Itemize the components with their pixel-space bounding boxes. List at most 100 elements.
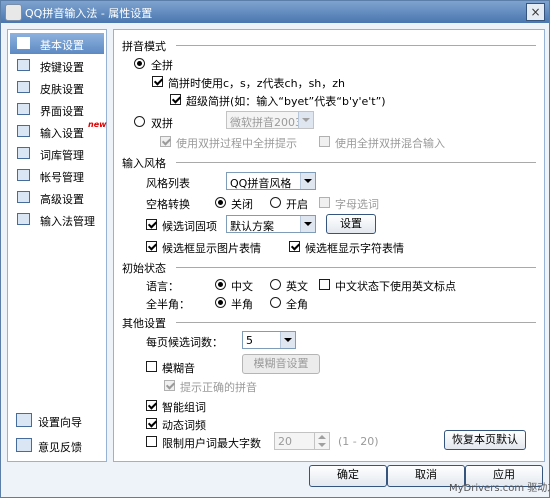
shorthand-label: 简拼时使用c，s，z代表ch，sh，zh — [168, 77, 346, 90]
chevron-down-icon — [298, 112, 313, 128]
sidebar-item-advanced[interactable]: 高级设置 — [10, 187, 104, 208]
sidebar-item-basic[interactable]: 基本设置 — [10, 33, 104, 54]
sidebar-item-skin[interactable]: 皮肤设置 — [10, 77, 104, 98]
double-hint-checkbox[interactable] — [160, 136, 171, 147]
per-page-select[interactable]: 5 — [242, 331, 296, 349]
super-shorthand-checkbox[interactable] — [170, 94, 181, 105]
title-bar[interactable]: QQ拼音输入法 - 属性设置 × — [1, 1, 549, 23]
space-convert-label: 空格转换 — [146, 198, 190, 211]
limit-word-length-label: 限制用户词最大字数 — [162, 437, 261, 450]
half-width-label: 半角 — [231, 298, 253, 311]
section-initial-state: 初始状态 — [122, 262, 166, 275]
watermark: MyDrivers.com 驱动之家 — [449, 483, 550, 494]
language-label: 语言： — [146, 280, 179, 293]
correct-hint-label: 提示正确的拼音 — [180, 381, 257, 394]
show-image-emoji-checkbox[interactable] — [146, 241, 157, 252]
ok-button[interactable]: 确定 — [309, 465, 387, 487]
chinese-label: 中文 — [231, 280, 253, 293]
per-page-label: 每页候选词数： — [146, 336, 223, 349]
space-on-radio[interactable] — [270, 197, 281, 208]
fuzzy-checkbox[interactable] — [146, 361, 157, 372]
smart-compose-label: 智能组词 — [162, 401, 206, 414]
feedback-icon — [16, 438, 32, 452]
ime-manage-icon — [17, 213, 30, 225]
smart-compose-checkbox[interactable] — [146, 400, 157, 411]
wizard-icon — [16, 413, 32, 427]
double-hint-label: 使用双拼过程中全拼提示 — [176, 137, 297, 150]
divider — [176, 45, 536, 46]
english-radio[interactable] — [270, 279, 281, 290]
english-punct-label: 中文状态下使用英文标点 — [335, 280, 456, 293]
limit-range-label: (1 - 20) — [338, 435, 379, 448]
chevron-down-icon — [300, 173, 315, 189]
space-off-label: 关闭 — [231, 198, 253, 211]
sidebar-item-keys[interactable]: 按键设置 — [10, 55, 104, 76]
restore-defaults-button[interactable]: 恢复本页默认 — [444, 430, 526, 450]
english-punct-checkbox[interactable] — [319, 279, 330, 290]
account-icon — [17, 169, 30, 181]
divider — [176, 162, 536, 163]
show-char-emoji-label: 候选框显示字符表情 — [305, 242, 404, 255]
fixed-candidate-label: 候选词固项 — [162, 220, 217, 233]
space-on-label: 开启 — [286, 198, 308, 211]
dynamic-frequency-label: 动态词频 — [162, 419, 206, 432]
limit-value-stepper[interactable]: 20 — [274, 432, 330, 450]
sidebar-item-dictionary[interactable]: 词库管理 — [10, 143, 104, 164]
dictionary-icon — [17, 147, 30, 159]
close-button[interactable]: × — [526, 3, 545, 21]
fuzzy-settings-button[interactable]: 模糊音设置 — [242, 354, 320, 374]
letter-select-label: 字母选词 — [335, 198, 379, 211]
sidebar-item-account[interactable]: 帐号管理 — [10, 165, 104, 186]
sidebar-item-interface[interactable]: 界面设置 — [10, 99, 104, 120]
mixed-input-label: 使用全拼双拼混合输入 — [335, 137, 445, 150]
style-list-label: 风格列表 — [146, 177, 190, 190]
sidebar: 基本设置 按键设置 皮肤设置 界面设置 输入设置 new 词库管理 帐号管理 高级… — [7, 29, 107, 462]
skin-icon — [17, 81, 30, 93]
setup-button[interactable]: 设置 — [326, 214, 376, 234]
interface-icon — [17, 103, 30, 115]
width-mode-label: 全半角： — [146, 298, 190, 311]
chinese-radio[interactable] — [215, 279, 226, 290]
wrench-icon — [17, 37, 30, 49]
limit-word-length-checkbox[interactable] — [146, 436, 157, 447]
sidebar-item-input[interactable]: 输入设置 new — [10, 120, 107, 142]
super-shorthand-label: 超级简拼(如：输入“byet”代表“b'y'e't”) — [186, 95, 386, 108]
new-badge: new — [88, 120, 107, 129]
input-icon — [17, 125, 30, 137]
keyboard-icon — [17, 59, 30, 71]
mixed-input-checkbox[interactable] — [319, 136, 330, 147]
chevron-down-icon — [280, 332, 295, 348]
dynamic-frequency-checkbox[interactable] — [146, 418, 157, 429]
fixed-scheme-select[interactable]: 默认方案 — [226, 215, 316, 233]
app-icon — [5, 4, 22, 21]
settings-window: QQ拼音输入法 - 属性设置 × 基本设置 按键设置 皮肤设置 界面设置 输入设… — [0, 0, 550, 498]
full-width-radio[interactable] — [270, 297, 281, 308]
fuzzy-label: 模糊音 — [162, 362, 195, 375]
advanced-icon — [17, 191, 30, 203]
window-title: QQ拼音输入法 - 属性设置 — [25, 7, 153, 20]
half-width-radio[interactable] — [215, 297, 226, 308]
double-scheme-select[interactable]: 微软拼音2003 — [226, 111, 314, 129]
stepper-arrows-icon — [314, 433, 329, 449]
sidebar-item-ime-manage[interactable]: 输入法管理 — [10, 209, 104, 230]
shorthand-checkbox[interactable] — [152, 76, 163, 87]
show-char-emoji-checkbox[interactable] — [289, 241, 300, 252]
settings-panel: 拼音模式 全拼 简拼时使用c，s，z代表ch，sh，zh 超级简拼(如：输入“b… — [113, 29, 545, 462]
english-label: 英文 — [286, 280, 308, 293]
divider — [176, 322, 536, 323]
chevron-down-icon — [300, 216, 315, 232]
letter-select-checkbox[interactable] — [319, 197, 330, 208]
section-input-style: 输入风格 — [122, 157, 166, 170]
full-pinyin-label: 全拼 — [151, 59, 173, 72]
space-off-radio[interactable] — [215, 197, 226, 208]
divider — [176, 267, 536, 268]
section-other: 其他设置 — [122, 317, 166, 330]
style-list-select[interactable]: QQ拼音风格 — [226, 172, 316, 190]
double-pinyin-radio[interactable] — [134, 116, 145, 127]
show-image-emoji-label: 候选框显示图片表情 — [162, 242, 261, 255]
double-pinyin-label: 双拼 — [151, 117, 173, 130]
fixed-candidate-checkbox[interactable] — [146, 219, 157, 230]
correct-hint-checkbox[interactable] — [164, 380, 175, 391]
full-width-label: 全角 — [286, 298, 308, 311]
full-pinyin-radio[interactable] — [134, 58, 145, 69]
